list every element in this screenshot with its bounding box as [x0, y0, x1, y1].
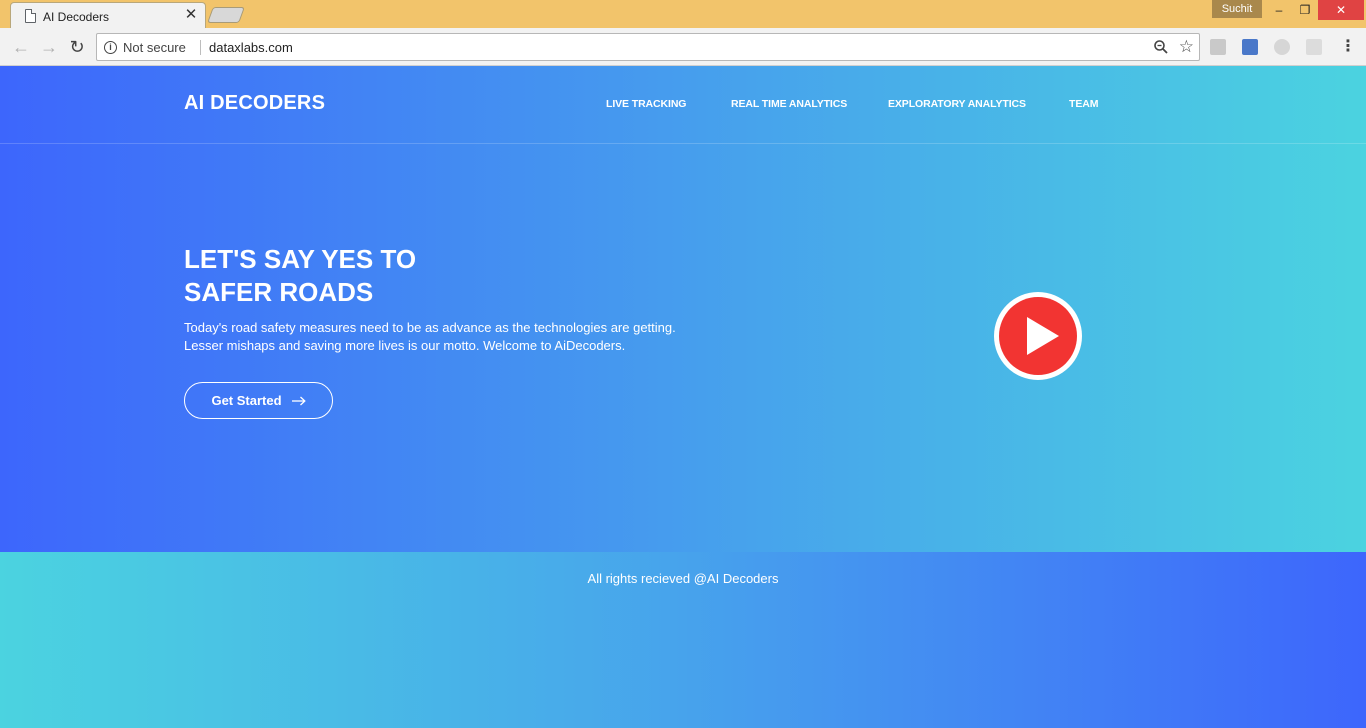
nav-live-tracking[interactable]: LIVE TRACKING [606, 98, 686, 110]
new-tab-button[interactable] [207, 7, 245, 23]
hero-description: Today's road safety measures need to be … [184, 319, 744, 355]
tab-close-icon[interactable]: ✕ [183, 6, 199, 23]
info-icon[interactable]: i [104, 41, 117, 54]
reload-icon[interactable]: ↻ [67, 37, 87, 57]
tab-title: AI Decoders [43, 10, 110, 24]
zoom-icon[interactable] [1153, 39, 1169, 55]
hero-desc-line2: Lesser mishaps and saving more lives is … [184, 338, 626, 353]
get-started-label: Get Started [211, 393, 282, 408]
minimize-button[interactable]: – [1266, 0, 1292, 20]
hero-title: LET'S SAY YES TO SAFER ROADS [184, 243, 416, 309]
play-video-button[interactable] [994, 292, 1082, 380]
address-bar[interactable]: i Not secure dataxlabs.com ☆ [96, 33, 1200, 61]
security-status[interactable]: Not secure [123, 40, 186, 55]
site-logo[interactable]: AI DECODERS [184, 92, 325, 115]
nav-team[interactable]: TEAM [1069, 98, 1098, 110]
extension-circle-icon[interactable] [1274, 39, 1290, 55]
reader-extension-icon[interactable] [1242, 39, 1258, 55]
get-started-button[interactable]: Get Started [184, 382, 333, 419]
pdf-extension-icon[interactable] [1210, 39, 1226, 55]
profile-button[interactable]: Suchit [1212, 0, 1262, 18]
bookmark-star-icon[interactable]: ☆ [1179, 37, 1194, 57]
arrow-right-icon [291, 396, 306, 405]
hero-desc-line1: Today's road safety measures need to be … [184, 320, 676, 335]
back-arrow-icon[interactable]: ← [11, 37, 31, 57]
browser-tabstrip: AI Decoders ✕ Suchit – ❐ ✕ [0, 0, 1366, 29]
browser-tab[interactable]: AI Decoders ✕ [10, 2, 206, 29]
play-icon [1027, 317, 1059, 355]
browser-toolbar: ← → ↻ i Not secure dataxlabs.com ☆ ⋮ [0, 28, 1366, 66]
extension-gray-icon[interactable] [1306, 39, 1322, 55]
restore-button[interactable]: ❐ [1292, 0, 1318, 20]
forward-arrow-icon[interactable]: → [39, 37, 59, 57]
page-icon [25, 9, 36, 23]
footer: All rights recieved @AI Decoders [0, 552, 1366, 728]
play-circle [999, 297, 1077, 375]
window-close-button[interactable]: ✕ [1318, 0, 1364, 20]
url-text[interactable]: dataxlabs.com [209, 40, 293, 55]
browser-menu-icon[interactable]: ⋮ [1340, 37, 1356, 57]
nav-exploratory-analytics[interactable]: EXPLORATORY ANALYTICS [888, 98, 1026, 110]
nav-real-time-analytics[interactable]: REAL TIME ANALYTICS [731, 98, 847, 110]
copyright-text: All rights recieved @AI Decoders [587, 571, 779, 586]
omnibox-divider [200, 40, 201, 55]
hero-title-line2: SAFER ROADS [184, 277, 374, 307]
header-divider [0, 143, 1366, 144]
hero-section: AI DECODERS LIVE TRACKING REAL TIME ANAL… [0, 66, 1366, 552]
hero-title-line1: LET'S SAY YES TO [184, 244, 417, 274]
